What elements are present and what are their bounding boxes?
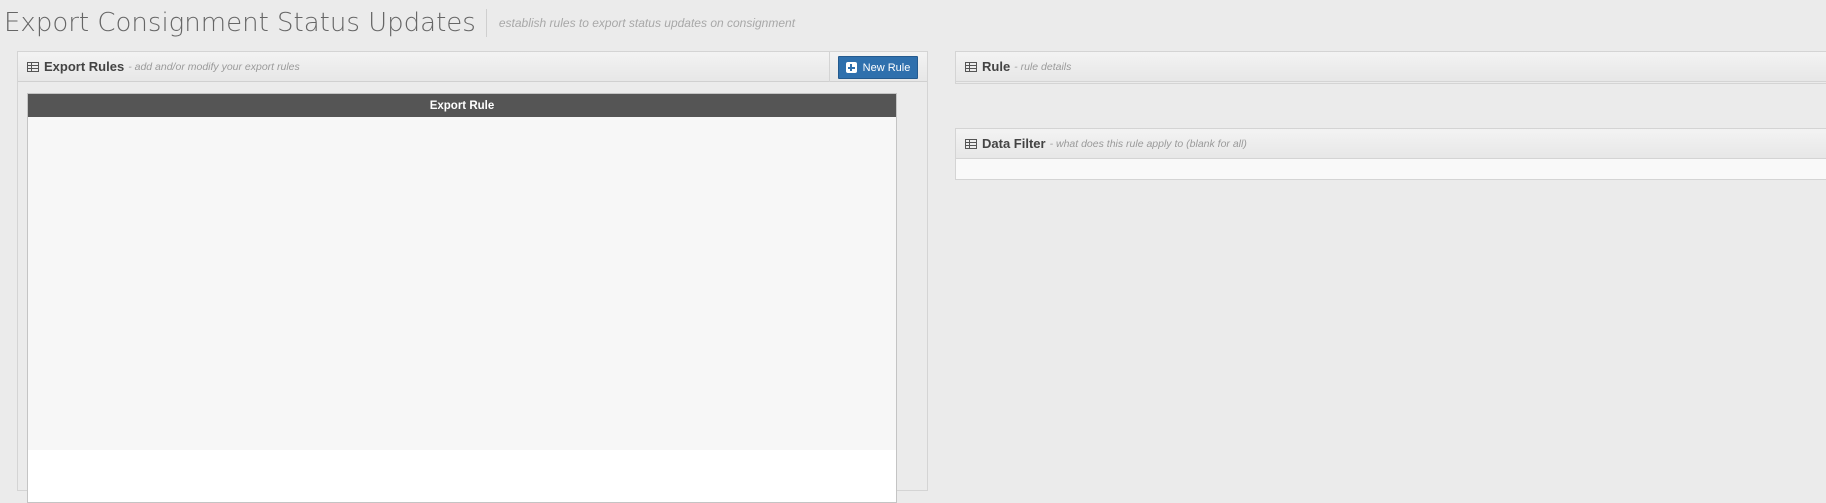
header-divider [829,52,830,82]
table-icon [965,61,977,72]
export-rules-grid[interactable]: Export Rule [27,93,897,503]
export-rules-header: Export Rules - add and/or modify your ex… [18,52,927,82]
rule-header: Rule - rule details [956,52,1826,82]
export-rules-panel: Export Rules - add and/or modify your ex… [17,51,928,503]
data-filter-header: Data Filter - what does this rule apply … [956,129,1826,159]
export-rules-description: - add and/or modify your export rules [128,60,300,73]
data-filter-description: - what does this rule apply to (blank fo… [1049,137,1247,150]
table-icon [965,138,977,149]
grid-column-label: Export Rule [429,99,495,112]
title-divider [485,9,487,37]
new-rule-label: New Rule [862,61,911,74]
table-icon [27,61,39,72]
grid-column-header-export-rule[interactable]: Export Rule [28,94,896,117]
data-filter-body[interactable] [956,159,1826,179]
rule-panel: Rule - rule details [955,51,1826,84]
export-rules-title: Export Rules [44,59,125,74]
page-subtitle: establish rules to export status updates… [498,16,796,30]
rule-title: Rule [982,59,1011,74]
data-filter-title: Data Filter [982,136,1046,151]
rule-description: - rule details [1014,60,1072,73]
plus-square-icon [845,62,857,73]
page-title: Export Consignment Status Updates [4,8,476,38]
grid-body[interactable] [28,117,896,450]
page-header: Export Consignment Status Updates establ… [0,0,795,46]
new-rule-button[interactable]: New Rule [838,56,918,79]
data-filter-panel: Data Filter - what does this rule apply … [955,128,1826,180]
